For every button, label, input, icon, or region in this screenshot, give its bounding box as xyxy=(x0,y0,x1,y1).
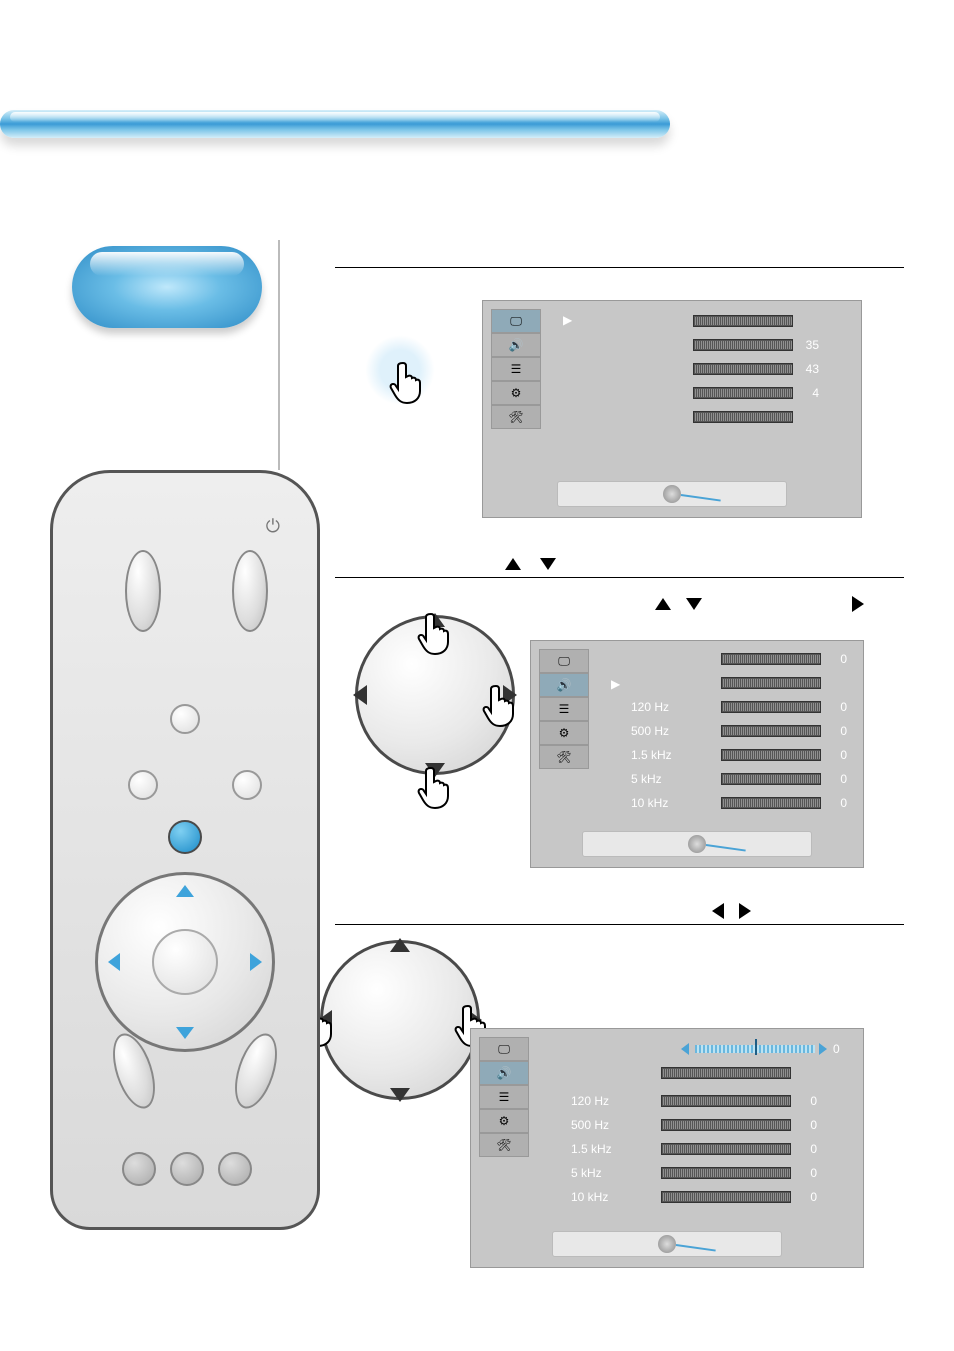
osd3-val-2: 0 xyxy=(797,1118,817,1132)
osd3-tab-setup1: ⚙ xyxy=(479,1109,529,1133)
osd1-val-2: 43 xyxy=(799,362,819,376)
osd3-slider-value: 0 xyxy=(833,1042,840,1056)
osd2-val-0: 0 xyxy=(827,652,847,666)
osd2-val-6: 0 xyxy=(827,796,847,810)
header-bar xyxy=(0,110,670,138)
chevron-right-icon: ▶ xyxy=(611,677,620,691)
osd2-label-3: 500 Hz xyxy=(631,724,721,738)
osd2-label-2: 120 Hz xyxy=(631,700,721,714)
down-arrow-icon xyxy=(540,558,556,570)
remote-small-button xyxy=(232,770,262,800)
osd1-tab-setup1: ⚙ xyxy=(491,381,541,405)
osd2-val-2: 0 xyxy=(827,700,847,714)
joystick-icon xyxy=(658,1235,676,1253)
osd3-tab-picture: 🖵 xyxy=(479,1037,529,1061)
step2-right-glyph xyxy=(852,595,864,613)
osd2-label-6: 10 kHz xyxy=(631,796,721,810)
osd2-tab-features: ☰ xyxy=(539,697,589,721)
left-arrow-icon xyxy=(712,903,724,919)
osd2-val-3: 0 xyxy=(827,724,847,738)
osd1-tab-setup2: 🛠 xyxy=(491,405,541,429)
slider-left-arrow-icon xyxy=(681,1043,689,1055)
step3-leftright-glyphs xyxy=(712,902,751,920)
osd3-label-3: 1.5 kHz xyxy=(571,1142,661,1156)
osd3-val-4: 0 xyxy=(797,1166,817,1180)
step3-line xyxy=(335,924,904,925)
osd2-tab-sound: 🔊 xyxy=(539,673,589,697)
osd-panel-3: 🖵 🔊 ☰ ⚙ 🛠 0 120 Hz 0 500 Hz 0 1.5 kHz 0 5 k… xyxy=(470,1028,864,1268)
remote-small-button xyxy=(170,704,200,734)
remote-menu-button xyxy=(168,820,202,854)
left-arrow-icon xyxy=(108,953,120,971)
osd3-tab-features: ☰ xyxy=(479,1085,529,1109)
right-arrow-icon xyxy=(250,953,262,971)
osd-panel-1: 🖵 🔊 ☰ ⚙ 🛠 ▶ 35 43 4 xyxy=(482,300,862,518)
hand-pointer-icon xyxy=(387,357,427,405)
osd-footer-hint xyxy=(582,831,812,857)
osd2-tab-setup2: 🛠 xyxy=(539,745,589,769)
osd3-label-1: 120 Hz xyxy=(571,1094,661,1108)
osd1-tab-features: ☰ xyxy=(491,357,541,381)
right-arrow-icon xyxy=(739,903,751,919)
osd3-label-2: 500 Hz xyxy=(571,1118,661,1132)
remote-bottom-button xyxy=(170,1152,204,1186)
menu-button-press xyxy=(365,335,435,405)
osd3-label-4: 5 kHz xyxy=(571,1166,661,1180)
osd1-val-1: 35 xyxy=(799,338,819,352)
remote-ok-button xyxy=(152,929,218,995)
osd3-val-3: 0 xyxy=(797,1142,817,1156)
osd2-label-5: 5 kHz xyxy=(631,772,721,786)
joystick-icon xyxy=(688,835,706,853)
down-arrow-icon xyxy=(686,598,702,610)
osd2-val-5: 0 xyxy=(827,772,847,786)
up-arrow-icon xyxy=(176,885,194,897)
remote-nav-ring xyxy=(95,872,275,1052)
remote-oval-button xyxy=(125,550,161,632)
osd-panel-2: 🖵 🔊 ☰ ⚙ 🛠 ▶ 0 120 Hz 0 500 Hz 0 1.5 kHz 0 5… xyxy=(530,640,864,868)
osd2-val-4: 0 xyxy=(827,748,847,762)
osd-footer-hint xyxy=(552,1231,782,1257)
remote-bottom-button xyxy=(218,1152,252,1186)
right-arrow-icon xyxy=(852,596,864,612)
slider-right-arrow-icon xyxy=(819,1043,827,1055)
joystick-icon xyxy=(663,485,681,503)
power-icon: ⏻ xyxy=(266,516,280,537)
section-pill xyxy=(72,246,262,328)
hand-pointer-icon xyxy=(480,680,520,728)
step2-updown-glyphs xyxy=(505,555,556,573)
up-arrow-icon xyxy=(505,558,521,570)
osd2-tab-setup1: ⚙ xyxy=(539,721,589,745)
osd-footer-hint xyxy=(557,481,787,507)
remote-control: ⏻ xyxy=(50,470,320,1230)
left-arrow-icon xyxy=(353,685,367,705)
osd3-val-5: 0 xyxy=(797,1190,817,1204)
osd2-tab-picture: 🖵 xyxy=(539,649,589,673)
osd3-slider: 0 xyxy=(681,1041,851,1057)
osd3-tab-setup2: 🛠 xyxy=(479,1133,529,1157)
up-arrow-icon xyxy=(655,598,671,610)
osd3-val-1: 0 xyxy=(797,1094,817,1108)
osd2-label-4: 1.5 kHz xyxy=(631,748,721,762)
up-arrow-icon xyxy=(390,938,410,952)
osd3-tab-sound: 🔊 xyxy=(479,1061,529,1085)
divider xyxy=(278,240,280,470)
step2-line2-glyphs xyxy=(655,595,702,613)
osd1-tab-picture: 🖵 xyxy=(491,309,541,333)
remote-small-button xyxy=(128,770,158,800)
chevron-right-icon: ▶ xyxy=(563,313,572,327)
hand-pointer-icon xyxy=(415,608,455,656)
osd1-val-3: 4 xyxy=(799,386,819,400)
down-arrow-icon xyxy=(176,1027,194,1039)
step1-line xyxy=(335,267,904,268)
osd1-tab-sound: 🔊 xyxy=(491,333,541,357)
down-arrow-icon xyxy=(390,1088,410,1102)
hand-pointer-icon xyxy=(415,762,455,810)
remote-oval-button xyxy=(232,550,268,632)
osd3-label-5: 10 kHz xyxy=(571,1190,661,1204)
remote-bottom-button xyxy=(122,1152,156,1186)
step2-line xyxy=(335,577,904,578)
